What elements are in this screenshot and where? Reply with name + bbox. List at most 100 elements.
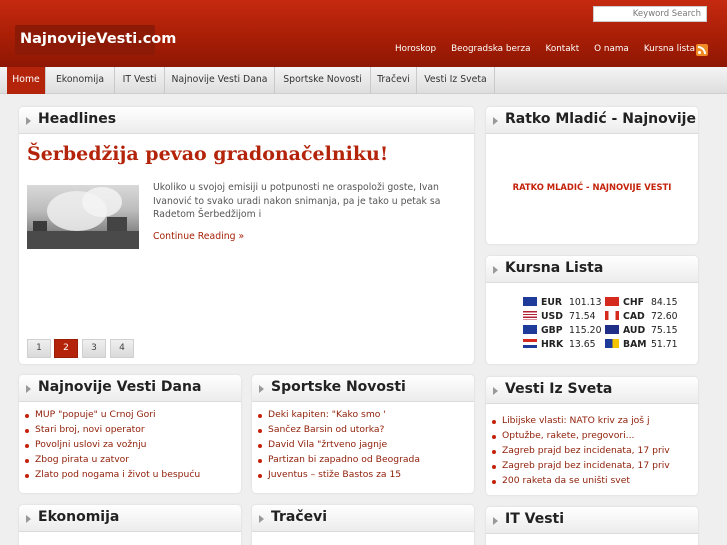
list-item[interactable]: Deki kapiten: "Kako smo ' <box>258 409 420 424</box>
rate-hrk: HRK 13.65 <box>523 339 596 350</box>
najnovije-box: Najnovije Vesti Dana MUP "popuje" u Crno… <box>19 375 241 493</box>
svet-box: Vesti Iz Sveta Libijske vlasti: NATO kri… <box>486 377 698 495</box>
toplink-kursna-lista[interactable]: Kursna lista <box>644 44 695 54</box>
najnovije-title: Najnovije Vesti Dana <box>38 379 202 395</box>
rate-usd: USD 71.54 <box>523 311 596 322</box>
mladic-box: Ratko Mladić - Najnovije RATKO MLADIĆ - … <box>486 107 698 244</box>
itvesti-title: IT Vesti <box>505 511 565 527</box>
list-item[interactable]: 200 raketa da se uništi svet <box>492 475 670 490</box>
nav-najnovije-vesti-dana[interactable]: Najnovije Vesti Dana <box>165 67 275 94</box>
triangle-right-icon <box>493 266 498 274</box>
list-item[interactable]: Stari broj, novi operator <box>25 424 200 439</box>
story-image[interactable] <box>27 185 139 249</box>
list-item[interactable]: Zlato pod nogama i život u bespuću <box>25 469 200 484</box>
nav-it-vesti[interactable]: IT Vesti <box>115 67 165 94</box>
logo-text: NajnovijeVesti.com <box>20 31 177 47</box>
tracevi-title: Tračevi <box>271 509 328 525</box>
triangle-right-icon <box>26 385 31 393</box>
itvesti-box: IT Vesti <box>486 507 698 545</box>
us-flag-icon <box>523 311 537 320</box>
mladic-header: Ratko Mladić - Najnovije <box>486 107 698 134</box>
page-3-button[interactable]: 3 <box>82 339 106 358</box>
list-item[interactable]: Optužbe, rakete, pregovori... <box>492 430 670 445</box>
croatia-flag-icon <box>523 339 537 348</box>
list-item[interactable]: Zagreb prajd bez incidenata, 17 priv <box>492 460 670 475</box>
rate-bam: BAM 51.71 <box>605 339 678 350</box>
sportske-list: Deki kapiten: "Kako smo ' Sančez Barsin … <box>258 409 420 484</box>
triangle-right-icon <box>259 515 264 523</box>
rate-aud: AUD 75.15 <box>605 325 678 336</box>
list-item[interactable]: Libijske vlasti: NATO kriv za još j <box>492 415 670 430</box>
site-logo[interactable]: NajnovijeVesti.com <box>15 25 176 55</box>
toplink-kontakt[interactable]: Kontakt <box>545 44 579 54</box>
triangle-right-icon <box>493 517 498 525</box>
site-header: NajnovijeVesti.com Keyword Search Horosk… <box>0 0 727 67</box>
list-item[interactable]: Partizan bi zapadno od Beograda <box>258 454 420 469</box>
list-item[interactable]: Juventus – stiže Bastos za 15 <box>258 469 420 484</box>
mladic-news-link[interactable]: RATKO MLADIĆ - NAJNOVIJE VESTI <box>486 182 698 192</box>
list-item[interactable]: David Vila "žrtveno jagnje <box>258 439 420 454</box>
page-4-button[interactable]: 4 <box>110 339 134 358</box>
headlines-header: Headlines <box>19 107 474 134</box>
story-excerpt: Ukoliko u svojoj emisiji u potpunosti ne… <box>153 182 441 221</box>
search-input[interactable]: Keyword Search <box>593 6 707 22</box>
tracevi-header: Tračevi <box>252 505 474 532</box>
rate-chf: CHF 84.15 <box>605 297 678 308</box>
sportske-title: Sportske Novosti <box>271 379 406 395</box>
triangle-right-icon <box>493 387 498 395</box>
nav-tracevi[interactable]: Tračevi <box>371 67 417 94</box>
main-nav: Home Ekonomija IT Vesti Najnovije Vesti … <box>0 67 727 94</box>
nav-sportske-novosti[interactable]: Sportske Novosti <box>275 67 371 94</box>
kursna-title: Kursna Lista <box>505 260 604 276</box>
ekonomija-box: Ekonomija <box>19 505 241 545</box>
tracevi-box: Tračevi <box>252 505 474 545</box>
page-1-button[interactable]: 1 <box>27 339 51 358</box>
rate-cad: CAD 72.60 <box>605 311 678 322</box>
triangle-right-icon <box>26 117 31 125</box>
top-links: Horoskop Beogradska berza Kontakt O nama… <box>380 44 695 54</box>
rss-icon[interactable] <box>696 44 708 56</box>
nav-vesti-iz-sveta[interactable]: Vesti Iz Sveta <box>417 67 495 94</box>
svet-title: Vesti Iz Sveta <box>505 381 613 397</box>
sportske-header: Sportske Novosti <box>252 375 474 402</box>
page-2-button[interactable]: 2 <box>54 339 78 358</box>
kursna-box: Kursna Lista EUR 101.13 CHF 84.15 USD 71… <box>486 256 698 364</box>
itvesti-header: IT Vesti <box>486 507 698 534</box>
bosnia-flag-icon <box>605 339 619 348</box>
canada-flag-icon <box>605 311 619 320</box>
ekonomija-header: Ekonomija <box>19 505 241 532</box>
story-title[interactable]: Šerbedžija pevao gradonačelniku! <box>27 143 388 165</box>
ground-shape <box>27 231 139 249</box>
smoke-shape <box>82 187 122 217</box>
headlines-box: Headlines Šerbedžija pevao gradonačelnik… <box>19 107 474 364</box>
list-item[interactable]: Zagreb prajd bez incidenata, 17 priv <box>492 445 670 460</box>
sportske-box: Sportske Novosti Deki kapiten: "Kako smo… <box>252 375 474 493</box>
mladic-title: Ratko Mladić - Najnovije <box>505 111 696 127</box>
najnovije-header: Najnovije Vesti Dana <box>19 375 241 402</box>
triangle-right-icon <box>259 385 264 393</box>
eu-flag-icon <box>523 297 537 306</box>
svet-list: Libijske vlasti: NATO kriv za još j Optu… <box>492 415 670 490</box>
svet-header: Vesti Iz Sveta <box>486 377 698 404</box>
najnovije-list: MUP "popuje" u Crnoj Gori Stari broj, no… <box>25 409 200 484</box>
rate-gbp: GBP 115.20 <box>523 325 602 336</box>
nav-ekonomija[interactable]: Ekonomija <box>46 67 115 94</box>
kursna-header: Kursna Lista <box>486 256 698 283</box>
toplink-horoskop[interactable]: Horoskop <box>395 44 436 54</box>
australia-flag-icon <box>605 325 619 334</box>
list-item[interactable]: MUP "popuje" u Crnoj Gori <box>25 409 200 424</box>
list-item[interactable]: Sančez Barsin od utorka? <box>258 424 420 439</box>
uk-flag-icon <box>523 325 537 334</box>
list-item[interactable]: Zbog pirata u zatvor <box>25 454 200 469</box>
continue-reading-link[interactable]: Continue Reading » <box>153 231 244 242</box>
headlines-title: Headlines <box>38 111 117 127</box>
swiss-flag-icon <box>605 297 619 306</box>
toplink-beogradska-berza[interactable]: Beogradska berza <box>451 44 530 54</box>
triangle-right-icon <box>493 117 498 125</box>
list-item[interactable]: Povoljni uslovi za vožnju <box>25 439 200 454</box>
toplink-o-nama[interactable]: O nama <box>594 44 629 54</box>
rate-eur: EUR 101.13 <box>523 297 602 308</box>
nav-home[interactable]: Home <box>7 67 46 94</box>
ekonomija-title: Ekonomija <box>38 509 120 525</box>
triangle-right-icon <box>26 515 31 523</box>
